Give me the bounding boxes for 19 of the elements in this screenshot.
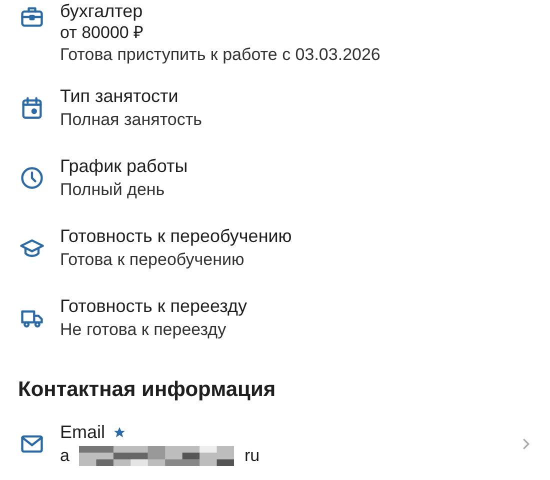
- detail-value: Не готова к переезду: [60, 319, 228, 341]
- salary: от 80000 ₽: [60, 22, 145, 44]
- detail-value: Полная занятость: [60, 109, 202, 131]
- detail-value: Полный день: [60, 179, 166, 201]
- detail-label: Готовность к переобучению: [60, 225, 292, 248]
- email-start: a: [60, 445, 70, 467]
- contact-row[interactable]: Email a ru: [0, 420, 550, 468]
- availability-date: Готова приступить к работе с 03.03.2026: [60, 44, 380, 66]
- detail-label: Тип занятости: [60, 85, 180, 108]
- detail-value: Готова к переобучению: [60, 249, 246, 271]
- calendar-icon: [19, 95, 45, 121]
- position-title: бухгалтер: [60, 0, 144, 22]
- email-end: ru: [244, 445, 260, 467]
- detail-label: Готовность к переезду: [60, 295, 247, 318]
- clock-icon: [19, 165, 45, 191]
- detail-label: График работы: [60, 155, 188, 178]
- section-heading: Контактная информация: [17, 377, 277, 403]
- contact-label: Email: [60, 421, 106, 444]
- chevron-right-icon: [522, 437, 530, 451]
